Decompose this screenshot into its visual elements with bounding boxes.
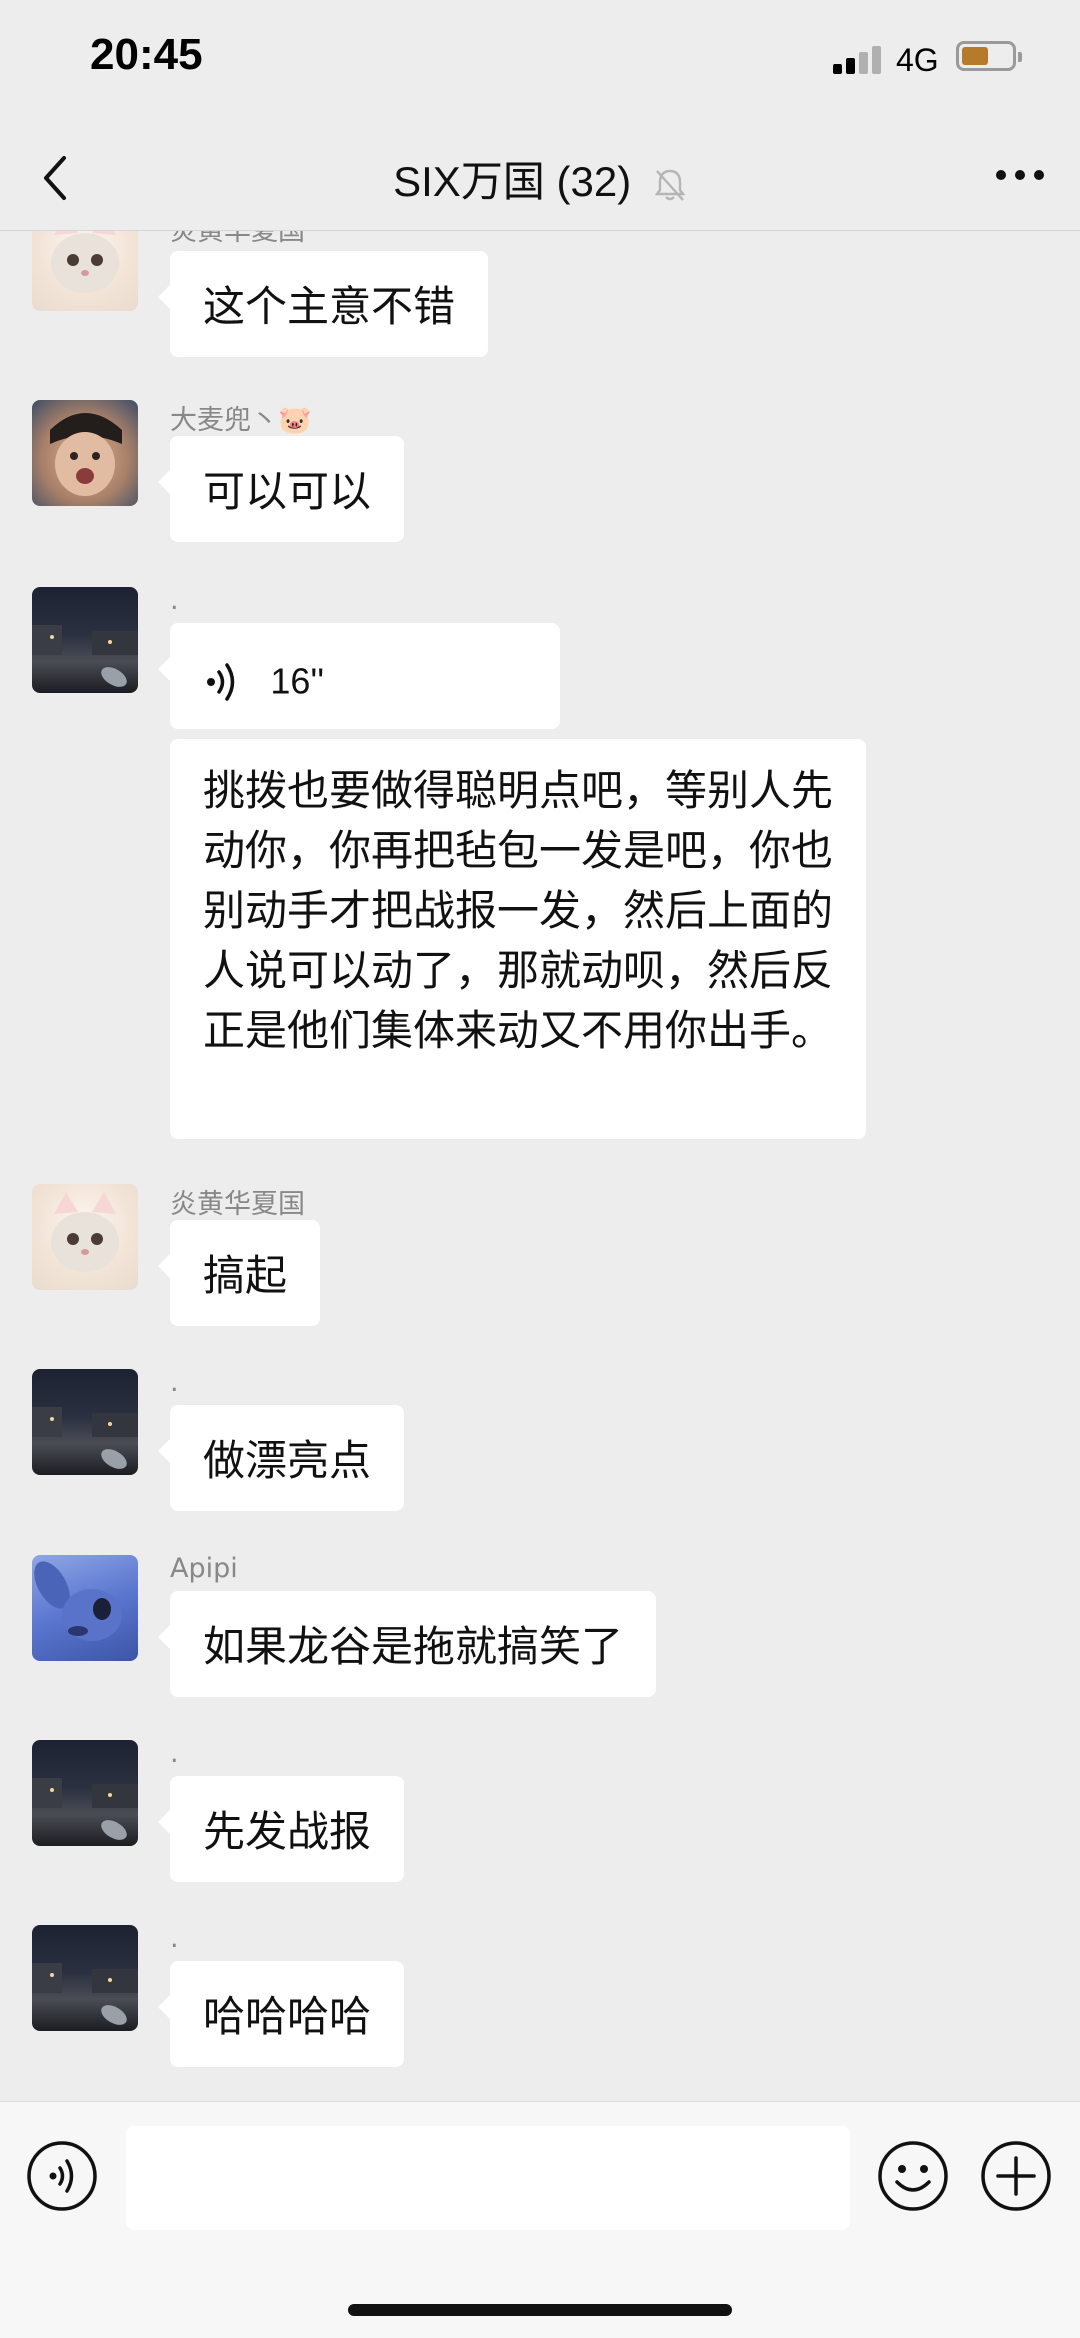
voice-wave-icon [207,662,235,701]
avatar[interactable] [32,1925,138,2031]
home-indicator[interactable] [348,2304,732,2316]
avatar[interactable] [32,1184,138,1290]
message-bubble[interactable]: 这个主意不错 [158,251,488,357]
avatar[interactable] [32,231,138,311]
avatar[interactable] [32,400,138,506]
message-bubble[interactable]: 挑拨也要做得聪明点吧，等别人先动你，你再把毡包一发是吧，你也别动手才把战报一发，… [170,739,866,1139]
message-bubble[interactable]: 如果龙谷是拖就搞笑了 [158,1591,656,1697]
message-input[interactable] [126,2126,850,2230]
sender-name: 大麦兜丶🐷 [170,405,312,436]
sender-name: . [170,1367,179,1398]
sender-name: 炎黄华夏国 [170,231,305,247]
message-bubble[interactable]: 哈哈哈哈 [158,1961,404,2067]
plus-icon[interactable] [980,2140,1052,2212]
chat-header: SIX万国 (32) [0,120,1080,231]
avatar[interactable] [32,1555,138,1661]
more-icon[interactable] [994,168,1046,182]
sender-name: Apipi [170,1553,238,1584]
emoji-icon[interactable] [877,2140,949,2212]
message-bubble[interactable]: 搞起 [158,1220,320,1326]
signal-icon [833,44,883,74]
message-bubble[interactable]: 做漂亮点 [158,1405,404,1511]
input-bar [0,2101,1080,2338]
chat-title-wrap: SIX万国 (32) [0,148,1080,209]
network-type: 4G [896,42,939,78]
voice-duration: 16'' [270,660,325,702]
status-time: 20:45 [90,30,203,79]
avatar[interactable] [32,587,138,693]
sender-name: . [170,1923,179,1954]
chat-area[interactable]: 炎黄华夏国 这个主意不错 大麦兜丶🐷 可以可以 . 16'' 挑拨也要做得聪明点… [0,231,1080,2101]
sender-name: 炎黄华夏国 [170,1189,305,1220]
voice-message[interactable]: 16'' [158,623,560,729]
avatar[interactable] [32,1740,138,1846]
battery-icon [956,41,1022,71]
message-bubble[interactable]: 可以可以 [158,436,404,542]
mute-icon [654,169,686,201]
message-bubble[interactable]: 先发战报 [158,1776,404,1882]
status-bar: 20:45 4G [0,0,1080,120]
voice-icon[interactable] [26,2140,98,2212]
avatar[interactable] [32,1369,138,1475]
sender-name: . [170,1738,179,1769]
sender-name: . [170,585,179,616]
chat-title: SIX万国 (32) [393,158,632,205]
